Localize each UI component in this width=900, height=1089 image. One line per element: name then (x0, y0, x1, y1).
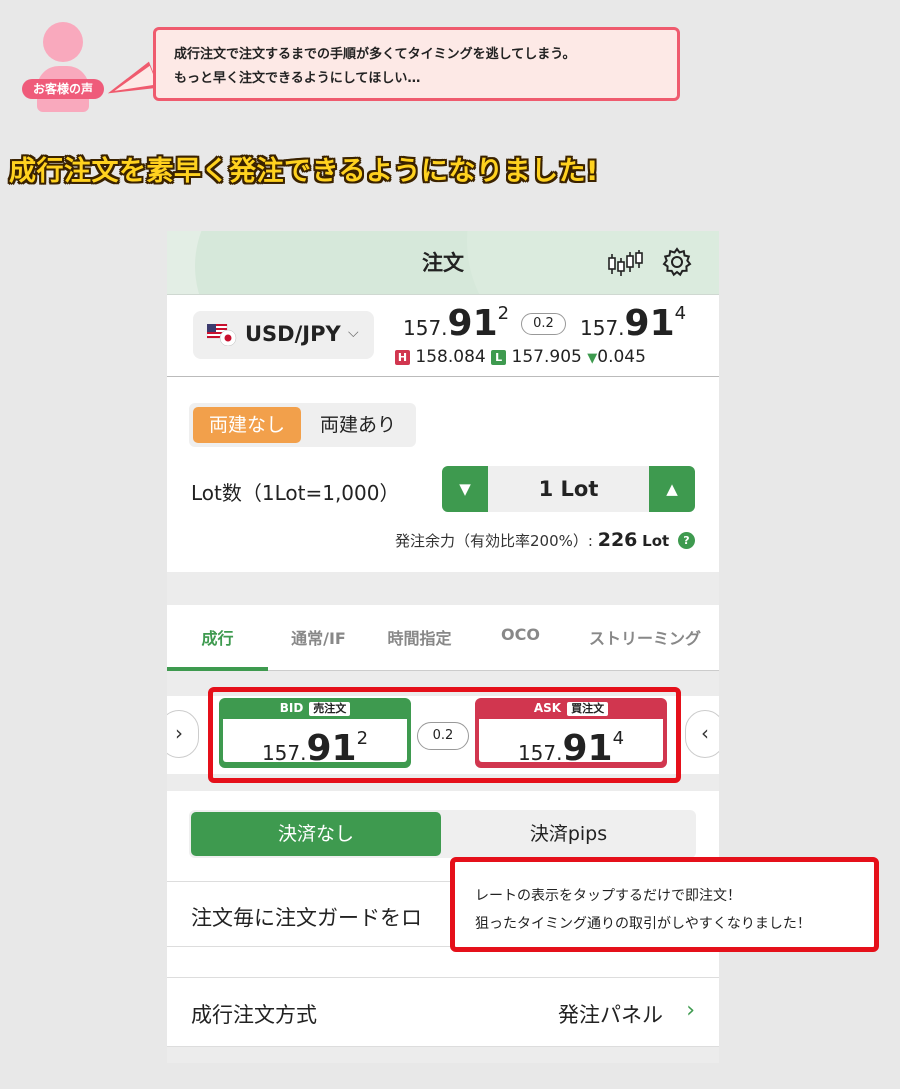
avatar-head (43, 22, 83, 62)
high-low-row: H 158.084 L 157.905 ▼0.045 (395, 347, 646, 367)
customer-voice-bubble: 成行注文で注文するまでの手順が多くてタイミングを逃してしまう。 もっと早く注文で… (153, 27, 680, 101)
headline: 成行注文を素早く発注できるようになりました! (9, 156, 599, 187)
candlestick-icon[interactable] (607, 248, 643, 278)
voice-line-2: もっと早く注文できるようにしてほしい… (174, 71, 421, 86)
capacity-unit: Lot (642, 532, 670, 550)
chevron-right-icon[interactable]: › (167, 710, 199, 758)
order-capacity-row: 発注余力（有効比率200%）: 226 Lot ? (395, 529, 695, 551)
ask-price-pip: 4 (674, 303, 687, 324)
currency-pair-label: USD/JPY (245, 322, 341, 346)
ask-price-prefix: 157. (580, 316, 625, 340)
tab-active-indicator (167, 667, 268, 671)
lot-stepper: ▼ 1 Lot ▲ (442, 466, 695, 512)
lot-label: Lot数（1Lot=1,000） (191, 481, 400, 505)
down-arrow-icon: ▼ (587, 351, 598, 366)
hedge-toggle: 両建なし 両建あり (189, 403, 416, 447)
help-icon[interactable]: ? (678, 532, 695, 549)
method-label: 成行注文方式 (191, 1003, 317, 1027)
currency-pair-selector[interactable]: USD/JPY ⌵ (193, 311, 374, 359)
order-settings-panel: 両建なし 両建あり Lot数（1Lot=1,000） ▼ 1 Lot ▲ 発注余… (167, 377, 719, 572)
usd-jpy-flag-icon (207, 324, 237, 346)
voice-line-1: 成行注文で注文するまでの手順が多くてタイミングを逃してしまう。 (174, 47, 576, 62)
tab-streaming[interactable]: ストリーミング (571, 625, 719, 649)
high-value: 158.084 (415, 347, 486, 367)
capacity-value: 226 (597, 529, 638, 551)
change-value: 0.045 (597, 347, 646, 367)
bid-price-prefix: 157. (403, 316, 448, 340)
rate-header: USD/JPY ⌵ 157.912 0.2 157.914 H 158.084 … (167, 295, 719, 377)
tab-oco[interactable]: OCO (470, 625, 571, 644)
low-value: 157.905 (511, 347, 582, 367)
lot-increase-button[interactable]: ▲ (649, 466, 695, 512)
order-guard-label: 注文毎に注文ガードをロ (191, 906, 422, 930)
tab-time-specified[interactable]: 時間指定 (369, 625, 470, 649)
ask-price-main: 91 (624, 303, 675, 344)
hedge-on-option[interactable]: 両建あり (303, 407, 413, 443)
lot-decrease-button[interactable]: ▼ (442, 466, 488, 512)
method-value: 発注パネル (558, 1003, 663, 1027)
market-order-method-row[interactable]: 成行注文方式 発注パネル › (167, 977, 719, 1047)
tab-normal-if[interactable]: 通常/IF (268, 625, 369, 649)
quote-highlight-frame (208, 687, 681, 783)
feature-callout: レートの表示をタップするだけで即注文！ 狙ったタイミング通りの取引がしやすくなり… (450, 857, 879, 952)
tab-market[interactable]: 成行 (167, 625, 268, 649)
header-bid-price: 157.912 (403, 303, 509, 344)
high-badge: H (395, 350, 410, 365)
chevron-down-icon: ⌵ (348, 325, 359, 341)
capacity-label: 発注余力（有効比率200%）: (394, 532, 593, 550)
customer-voice-badge: お客様の声 (22, 79, 104, 99)
header-ask-price: 157.914 (580, 303, 686, 344)
order-type-tabs: 成行 通常/IF 時間指定 OCO ストリーミング (167, 605, 719, 671)
hedge-off-option[interactable]: 両建なし (193, 407, 301, 443)
lot-value[interactable]: 1 Lot (488, 466, 649, 512)
header-spread: 0.2 (521, 313, 566, 335)
low-badge: L (491, 350, 507, 365)
chevron-left-icon[interactable]: ‹ (685, 710, 719, 758)
callout-line-2: 狙ったタイミング通りの取引がしやすくなりました！ (475, 916, 811, 932)
settlement-toggle: 決済なし 決済pips (189, 810, 696, 858)
app-bar: 注文 (167, 231, 719, 295)
settle-none-option[interactable]: 決済なし (191, 812, 441, 856)
gear-icon[interactable] (661, 246, 693, 278)
chevron-right-icon: › (686, 998, 695, 1023)
callout-line-1: レートの表示をタップするだけで即注文！ (475, 888, 741, 904)
settle-pips-option[interactable]: 決済pips (443, 812, 694, 856)
bid-price-main: 91 (447, 303, 498, 344)
bid-price-pip: 2 (497, 303, 510, 324)
